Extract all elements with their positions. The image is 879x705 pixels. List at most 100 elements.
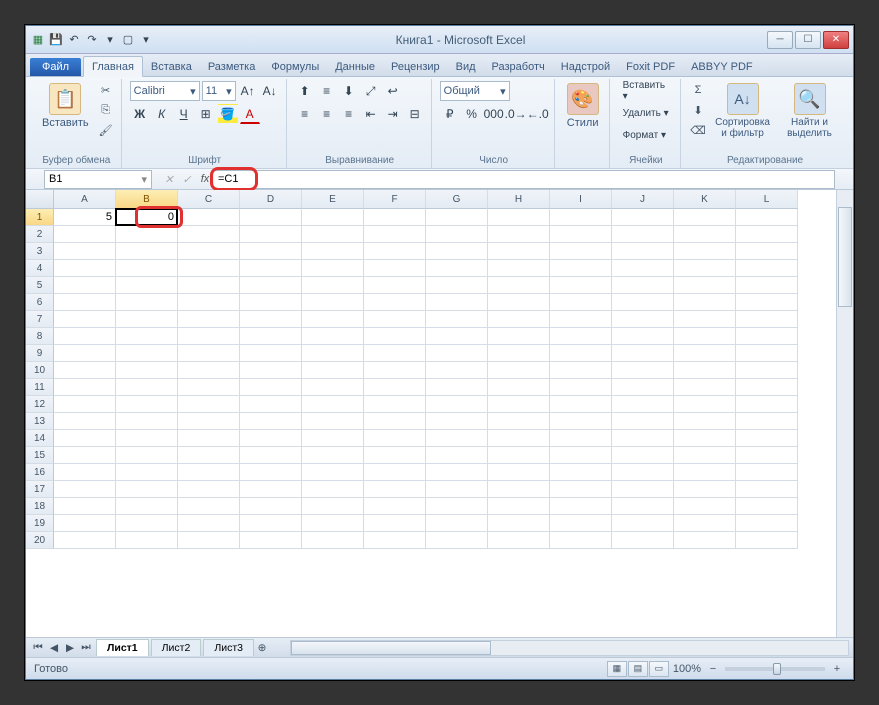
- cell-L2[interactable]: [736, 226, 798, 243]
- rowhead-10[interactable]: 10: [26, 362, 54, 379]
- zoom-level[interactable]: 100%: [673, 663, 701, 675]
- colhead-F[interactable]: F: [364, 190, 426, 209]
- cell-L11[interactable]: [736, 379, 798, 396]
- cell-A19[interactable]: [54, 515, 116, 532]
- cell-E1[interactable]: [302, 209, 364, 226]
- italic-icon[interactable]: К: [152, 104, 172, 124]
- cell-J1[interactable]: [612, 209, 674, 226]
- cell-A9[interactable]: [54, 345, 116, 362]
- cell-K12[interactable]: [674, 396, 736, 413]
- cell-B20[interactable]: [116, 532, 178, 549]
- cell-F3[interactable]: [364, 243, 426, 260]
- cell-I19[interactable]: [550, 515, 612, 532]
- cell-K15[interactable]: [674, 447, 736, 464]
- cells-grid[interactable]: 50: [54, 209, 853, 549]
- cell-F18[interactable]: [364, 498, 426, 515]
- cell-K6[interactable]: [674, 294, 736, 311]
- cell-A20[interactable]: [54, 532, 116, 549]
- vscroll-thumb[interactable]: [838, 207, 852, 307]
- bold-icon[interactable]: Ж: [130, 104, 150, 124]
- cell-C16[interactable]: [178, 464, 240, 481]
- font-color-icon[interactable]: A: [240, 104, 260, 124]
- cell-C8[interactable]: [178, 328, 240, 345]
- cell-L10[interactable]: [736, 362, 798, 379]
- cell-K3[interactable]: [674, 243, 736, 260]
- cell-I5[interactable]: [550, 277, 612, 294]
- cell-I11[interactable]: [550, 379, 612, 396]
- cell-D5[interactable]: [240, 277, 302, 294]
- increase-decimal-icon[interactable]: .0→: [506, 104, 526, 124]
- zoom-slider-thumb[interactable]: [773, 663, 781, 675]
- cell-A2[interactable]: [54, 226, 116, 243]
- cell-C12[interactable]: [178, 396, 240, 413]
- cell-A18[interactable]: [54, 498, 116, 515]
- cell-G20[interactable]: [426, 532, 488, 549]
- cell-L8[interactable]: [736, 328, 798, 345]
- fx-icon[interactable]: fx: [196, 170, 214, 188]
- decrease-font-icon[interactable]: A↓: [260, 81, 280, 101]
- rowhead-8[interactable]: 8: [26, 328, 54, 345]
- select-all-corner[interactable]: [26, 190, 54, 209]
- cell-H8[interactable]: [488, 328, 550, 345]
- tab-review[interactable]: Рецензир: [383, 57, 448, 76]
- cell-H1[interactable]: [488, 209, 550, 226]
- cell-B2[interactable]: [116, 226, 178, 243]
- cell-D16[interactable]: [240, 464, 302, 481]
- align-middle-icon[interactable]: ≡: [317, 81, 337, 101]
- insert-cells-button[interactable]: Вставить ▾: [618, 81, 674, 101]
- cell-B16[interactable]: [116, 464, 178, 481]
- align-top-icon[interactable]: ⬆: [295, 81, 315, 101]
- cell-D3[interactable]: [240, 243, 302, 260]
- cell-F17[interactable]: [364, 481, 426, 498]
- cell-J10[interactable]: [612, 362, 674, 379]
- cell-K7[interactable]: [674, 311, 736, 328]
- cell-H12[interactable]: [488, 396, 550, 413]
- cell-K17[interactable]: [674, 481, 736, 498]
- cell-H15[interactable]: [488, 447, 550, 464]
- tab-developer[interactable]: Разработч: [484, 57, 553, 76]
- cell-A14[interactable]: [54, 430, 116, 447]
- cell-J3[interactable]: [612, 243, 674, 260]
- cell-F10[interactable]: [364, 362, 426, 379]
- cell-H4[interactable]: [488, 260, 550, 277]
- cell-A1[interactable]: 5: [54, 209, 116, 226]
- cell-J8[interactable]: [612, 328, 674, 345]
- cell-H14[interactable]: [488, 430, 550, 447]
- orientation-icon[interactable]: ⤢: [361, 81, 381, 101]
- cell-D17[interactable]: [240, 481, 302, 498]
- cell-B13[interactable]: [116, 413, 178, 430]
- cell-I15[interactable]: [550, 447, 612, 464]
- paste-button[interactable]: 📋 Вставить: [38, 81, 93, 131]
- cell-J18[interactable]: [612, 498, 674, 515]
- cell-C11[interactable]: [178, 379, 240, 396]
- cell-F14[interactable]: [364, 430, 426, 447]
- cell-C15[interactable]: [178, 447, 240, 464]
- format-cells-button[interactable]: Формат ▾: [618, 125, 671, 145]
- qat-extra1-icon[interactable]: ▢: [120, 32, 136, 48]
- cell-L15[interactable]: [736, 447, 798, 464]
- cell-K18[interactable]: [674, 498, 736, 515]
- rowhead-18[interactable]: 18: [26, 498, 54, 515]
- cell-J13[interactable]: [612, 413, 674, 430]
- rowhead-17[interactable]: 17: [26, 481, 54, 498]
- colhead-G[interactable]: G: [426, 190, 488, 209]
- cell-E9[interactable]: [302, 345, 364, 362]
- rowhead-15[interactable]: 15: [26, 447, 54, 464]
- cell-F11[interactable]: [364, 379, 426, 396]
- cell-F15[interactable]: [364, 447, 426, 464]
- cell-H7[interactable]: [488, 311, 550, 328]
- cell-L1[interactable]: [736, 209, 798, 226]
- cell-E8[interactable]: [302, 328, 364, 345]
- cell-E16[interactable]: [302, 464, 364, 481]
- cell-J2[interactable]: [612, 226, 674, 243]
- cell-B8[interactable]: [116, 328, 178, 345]
- cell-B19[interactable]: [116, 515, 178, 532]
- cell-G13[interactable]: [426, 413, 488, 430]
- zoom-in-icon[interactable]: +: [829, 661, 845, 677]
- colhead-J[interactable]: J: [612, 190, 674, 209]
- cell-L3[interactable]: [736, 243, 798, 260]
- autosum-icon[interactable]: Σ: [689, 81, 707, 99]
- cell-D6[interactable]: [240, 294, 302, 311]
- cell-C10[interactable]: [178, 362, 240, 379]
- colhead-I[interactable]: I: [550, 190, 612, 209]
